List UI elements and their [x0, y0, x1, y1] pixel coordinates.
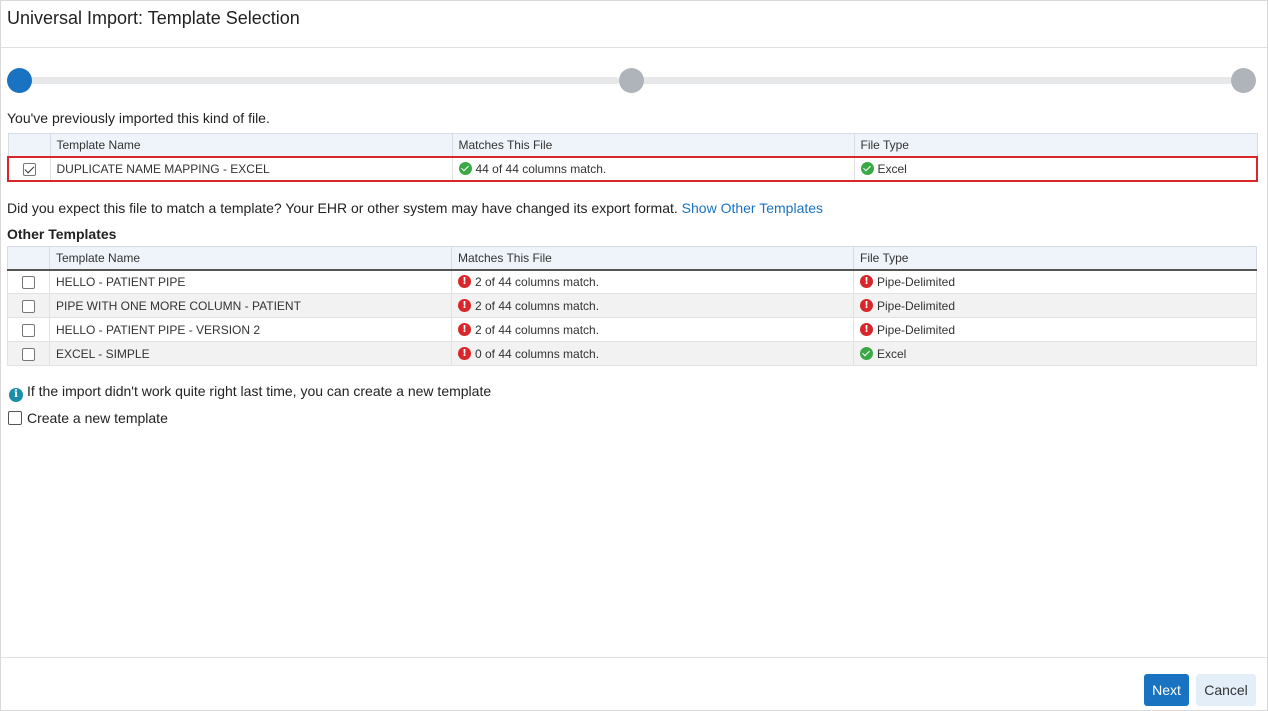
table-row[interactable]: HELLO - PATIENT PIPE 2 of 44 columns mat…: [7, 269, 1257, 294]
select-column-header: [7, 246, 50, 270]
error-alert-icon: [458, 274, 471, 288]
table-header-row: Template Name Matches This File File Typ…: [7, 246, 1257, 270]
template-name: HELLO - PATIENT PIPE - VERSION 2: [49, 317, 452, 342]
dialog-footer: Next Cancel: [1, 657, 1267, 711]
table-row[interactable]: DUPLICATE NAME MAPPING - EXCEL 44 of 44 …: [7, 155, 1258, 182]
row-checkbox[interactable]: [22, 162, 36, 176]
column-header-matches: Matches This File: [452, 133, 855, 157]
previous-templates-table: Template Name Matches This File File Typ…: [7, 133, 1258, 182]
match-cell: 0 of 44 columns match.: [451, 341, 854, 366]
stepper-track-1: [19, 77, 619, 84]
create-template-checkbox[interactable]: [8, 411, 22, 425]
match-text: 2 of 44 columns match.: [475, 298, 600, 313]
row-checkbox[interactable]: [22, 347, 35, 361]
table-row[interactable]: HELLO - PATIENT PIPE - VERSION 2 2 of 44…: [7, 317, 1257, 342]
step-1-dot: [7, 68, 32, 93]
match-text: 2 of 44 columns match.: [475, 322, 600, 337]
file-type-text: Excel: [877, 346, 907, 361]
info-text: If the import didn't work quite right la…: [27, 383, 492, 399]
expect-match-prompt: Did you expect this file to match a temp…: [7, 200, 823, 216]
file-type-cell: Pipe-Delimited: [853, 269, 1257, 294]
error-alert-icon: [458, 322, 471, 336]
row-checkbox-cell[interactable]: [7, 155, 51, 182]
title-bar: Universal Import: Template Selection: [1, 1, 1267, 48]
info-message: i If the import didn't work quite right l…: [9, 383, 491, 402]
row-checkbox-cell[interactable]: [7, 293, 50, 318]
expect-text: Did you expect this file to match a temp…: [7, 200, 678, 216]
error-alert-icon: [860, 322, 873, 336]
file-type-cell: Excel: [853, 341, 1257, 366]
match-cell: 2 of 44 columns match.: [451, 317, 854, 342]
info-icon: i: [9, 388, 23, 402]
match-text: 2 of 44 columns match.: [475, 274, 600, 289]
match-cell: 44 of 44 columns match.: [452, 155, 855, 182]
file-type-text: Pipe-Delimited: [877, 274, 956, 289]
row-checkbox[interactable]: [22, 275, 35, 289]
table-header-row: Template Name Matches This File File Typ…: [7, 133, 1258, 157]
table-row[interactable]: PIPE WITH ONE MORE COLUMN - PATIENT 2 of…: [7, 293, 1257, 318]
row-checkbox-cell[interactable]: [7, 317, 50, 342]
file-type-text: Pipe-Delimited: [877, 322, 956, 337]
row-checkbox[interactable]: [22, 323, 35, 337]
error-alert-icon: [458, 346, 471, 360]
column-header-template-name: Template Name: [49, 246, 452, 270]
column-header-template-name: Template Name: [50, 133, 453, 157]
select-column-header: [7, 133, 51, 157]
match-text: 44 of 44 columns match.: [475, 161, 607, 176]
match-text: 0 of 44 columns match.: [475, 346, 600, 361]
error-alert-icon: [860, 274, 873, 288]
previous-import-intro: You've previously imported this kind of …: [7, 110, 270, 126]
create-template-label: Create a new template: [27, 410, 168, 426]
cancel-button[interactable]: Cancel: [1196, 674, 1256, 706]
template-name: DUPLICATE NAME MAPPING - EXCEL: [50, 155, 453, 182]
progress-stepper: [7, 68, 1257, 94]
success-check-icon: [458, 161, 472, 175]
step-2-dot: [619, 68, 644, 93]
row-checkbox-cell[interactable]: [7, 341, 50, 366]
column-header-file-type: File Type: [853, 246, 1257, 270]
table-row[interactable]: EXCEL - SIMPLE 0 of 44 columns match. Ex…: [7, 341, 1257, 366]
column-header-file-type: File Type: [854, 133, 1258, 157]
step-3-dot: [1231, 68, 1256, 93]
template-name: EXCEL - SIMPLE: [49, 341, 452, 366]
row-checkbox[interactable]: [22, 299, 35, 313]
stepper-track-2: [632, 77, 1232, 84]
template-name: PIPE WITH ONE MORE COLUMN - PATIENT: [49, 293, 452, 318]
next-button[interactable]: Next: [1144, 674, 1189, 706]
file-type-cell: Pipe-Delimited: [853, 317, 1257, 342]
column-header-matches: Matches This File: [451, 246, 854, 270]
other-templates-heading: Other Templates: [7, 226, 117, 242]
match-cell: 2 of 44 columns match.: [451, 269, 854, 294]
import-dialog: Universal Import: Template Selection You…: [0, 0, 1268, 711]
file-type-cell: Excel: [854, 155, 1258, 182]
show-other-templates-link[interactable]: Show Other Templates: [682, 200, 823, 216]
row-checkbox-cell[interactable]: [7, 269, 50, 294]
other-templates-table: Template Name Matches This File File Typ…: [7, 246, 1257, 366]
file-type-text: Pipe-Delimited: [877, 298, 956, 313]
file-type-cell: Pipe-Delimited: [853, 293, 1257, 318]
success-check-icon: [860, 161, 874, 175]
file-type-text: Excel: [877, 161, 907, 176]
template-name: HELLO - PATIENT PIPE: [49, 269, 452, 294]
success-check-icon: [860, 346, 873, 360]
page-title: Universal Import: Template Selection: [7, 8, 300, 28]
match-cell: 2 of 44 columns match.: [451, 293, 854, 318]
create-template-option[interactable]: Create a new template: [8, 410, 168, 426]
error-alert-icon: [860, 298, 873, 312]
error-alert-icon: [458, 298, 471, 312]
